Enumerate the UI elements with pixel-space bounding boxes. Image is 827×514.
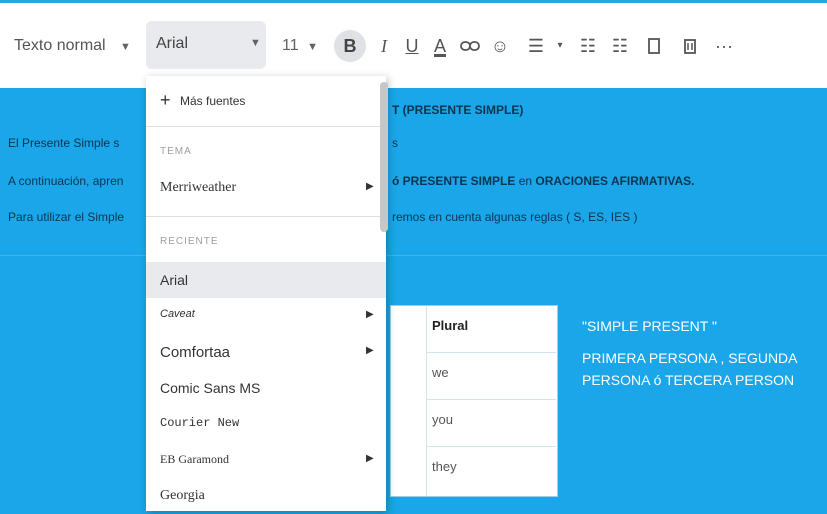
table-cell: you (432, 412, 453, 427)
font-item-georgia[interactable]: Georgia (146, 478, 386, 514)
chevron-down-icon[interactable]: ▾ (546, 30, 574, 62)
bold-label: B (343, 36, 357, 56)
font-item-label: Comfortaa (160, 344, 231, 361)
more-label: ··· (715, 36, 733, 56)
pronoun-table[interactable]: Plural we you they (390, 305, 558, 497)
font-dropdown-menu: + Más fuentes TEMA Merriweather ▶ RECIEN… (146, 76, 386, 511)
underline-button[interactable]: U (398, 30, 426, 62)
font-item-arial[interactable]: Arial (146, 262, 386, 298)
numbered-list-icon[interactable]: ☷ (606, 30, 634, 62)
formatting-toolbar: Texto normal ▼ Arial ▼ 11 ▼ B I U A ☺ ☰ … (0, 0, 827, 88)
font-item-comfortaa[interactable]: Comfortaa ▶ (146, 334, 386, 370)
plus-icon: + (160, 90, 171, 110)
bold-text: ó PRESENTE SIMPLE (392, 174, 516, 188)
underline-label: U (405, 36, 419, 56)
more-fonts-label: Más fuentes (180, 94, 246, 108)
table-row[interactable]: you (426, 400, 556, 447)
font-family-dropdown[interactable]: Arial ▼ (146, 21, 266, 69)
table-cell: we (432, 365, 449, 380)
copy-format-icon[interactable] (640, 30, 668, 62)
section-label-recent: RECIENTE (160, 236, 219, 247)
menu-separator (146, 126, 386, 127)
document-paragraph: ó PRESENTE SIMPLE en ORACIONES AFIRMATIV… (392, 174, 695, 188)
plain-text: en (515, 174, 536, 188)
text-color-button[interactable]: A (426, 30, 454, 62)
bulleted-list-icon[interactable]: ☷ (574, 30, 602, 62)
document-paragraph: remos en cuenta algunas reglas ( S, ES, … (392, 210, 638, 224)
table-header: Plural (432, 318, 469, 333)
submenu-arrow-icon: ▶ (366, 345, 374, 356)
clear-format-icon[interactable] (676, 30, 704, 62)
document-heading: T (PRESENTE SIMPLE) (392, 103, 524, 117)
font-item-label: Courier New (160, 416, 240, 430)
more-options-button[interactable]: ··· (710, 30, 738, 62)
page-divider (0, 255, 827, 256)
submenu-arrow-icon: ▶ (366, 309, 374, 320)
font-item-label: Georgia (160, 488, 205, 503)
table-header-cell[interactable]: Plural (426, 306, 556, 353)
menu-separator (146, 216, 386, 217)
table-row[interactable]: they (426, 447, 556, 493)
italic-button[interactable]: I (370, 30, 398, 62)
table-row[interactable]: we (426, 353, 556, 400)
side-note-line: PRIMERA PERSONA , SEGUNDA (582, 350, 798, 366)
italic-label: I (381, 36, 387, 56)
emoji-icon[interactable]: ☺ (486, 30, 514, 62)
font-item-courier-new[interactable]: Courier New (146, 406, 386, 442)
font-size-label: 11 (282, 37, 299, 54)
submenu-arrow-icon: ▶ (366, 181, 374, 192)
menu-scrollbar[interactable] (380, 82, 388, 232)
font-item-label: Comic Sans MS (160, 380, 261, 396)
font-item-merriweather[interactable]: Merriweather ▶ (146, 170, 386, 206)
document-paragraph: s (392, 136, 398, 150)
submenu-arrow-icon: ▶ (366, 453, 374, 464)
more-fonts-item[interactable]: + Más fuentes (146, 84, 386, 120)
bold-button[interactable]: B (334, 30, 366, 62)
document-paragraph: Para utilizar el Simple (8, 210, 125, 224)
bold-text: ORACIONES AFIRMATIVAS. (535, 174, 695, 188)
paragraph-style-dropdown[interactable]: Texto normal ▼ (14, 29, 131, 63)
font-item-caveat[interactable]: Caveat ▶ (146, 298, 386, 334)
chevron-down-icon: ▼ (250, 37, 261, 49)
side-note-line: PERSONA ó TERCERA PERSON (582, 372, 795, 388)
font-item-label: Merriweather (160, 180, 237, 195)
side-note-title: "SIMPLE PRESENT " (582, 318, 717, 334)
document-paragraph: El Presente Simple s (8, 136, 120, 150)
chevron-down-icon: ▼ (307, 41, 318, 53)
paragraph-style-label: Texto normal (14, 37, 106, 54)
font-family-label: Arial (156, 35, 189, 52)
font-item-label: EB Garamond (160, 452, 229, 466)
font-item-comic-sans[interactable]: Comic Sans MS (146, 370, 386, 406)
chevron-down-icon: ▼ (120, 41, 131, 53)
font-item-label: Caveat (160, 308, 195, 320)
font-item-label: Arial (160, 272, 189, 288)
font-size-dropdown[interactable]: 11 ▼ (282, 29, 318, 63)
document-paragraph: A continuación, apren (8, 174, 124, 188)
table-cell: they (432, 459, 457, 474)
link-icon[interactable] (456, 30, 484, 62)
text-color-label: A (433, 36, 446, 56)
font-item-eb-garamond[interactable]: EB Garamond ▶ (146, 442, 386, 478)
section-label-theme: TEMA (160, 146, 192, 157)
